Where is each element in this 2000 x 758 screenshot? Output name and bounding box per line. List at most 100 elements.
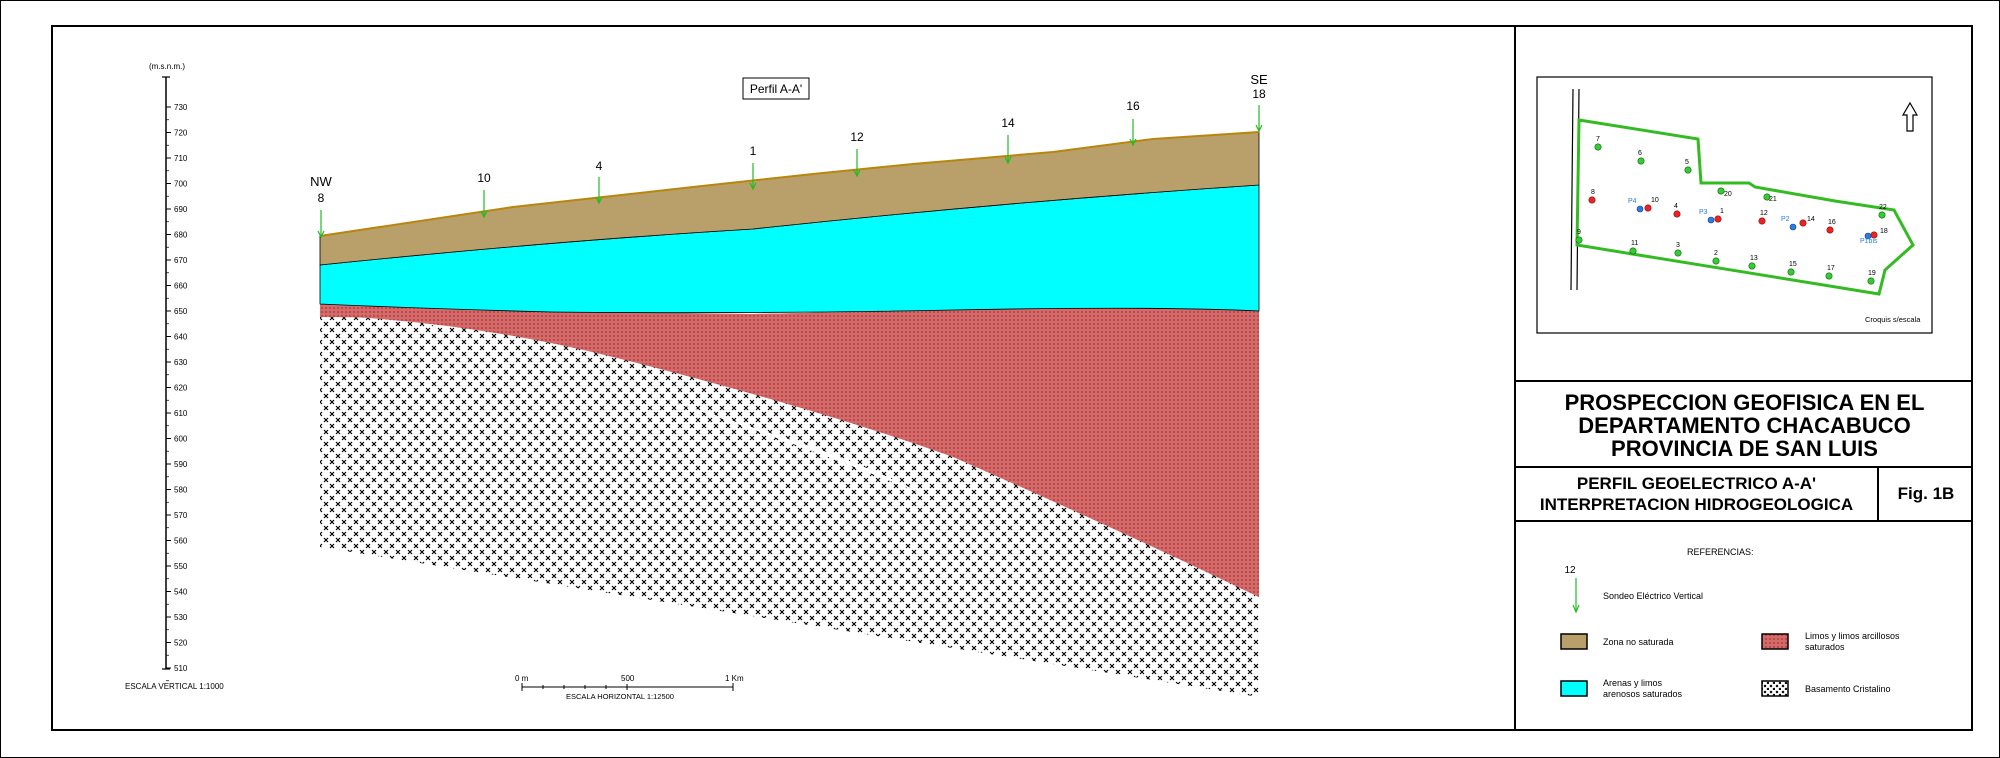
sev-label: 8: [318, 191, 325, 205]
y-tick-label: 560: [174, 537, 188, 546]
map-point-label: 20: [1724, 191, 1732, 198]
map-point-label: 21: [1769, 196, 1777, 203]
vertical-scale-label: ESCALA VERTICAL 1:1000: [125, 682, 224, 691]
map-point-green: [1867, 277, 1875, 285]
map-point-label: 9: [1577, 229, 1581, 236]
y-tick-label: 520: [174, 639, 188, 648]
map-point-label: 15: [1789, 261, 1797, 268]
subtitle-line2: INTERPRETACION HIDROGEOLOGICA: [1539, 495, 1854, 514]
map-point-label: 5: [1685, 159, 1689, 166]
map-point-label: 18: [1880, 228, 1888, 235]
map-point-label: P1bis: [1860, 238, 1878, 245]
legend-sands-swatch: [1560, 680, 1588, 697]
map-point-green: [1594, 143, 1602, 151]
sev-label: 1: [750, 144, 757, 158]
map-point-label: P2: [1781, 216, 1790, 223]
sev-label: 18: [1252, 87, 1266, 101]
legend-unsaturated-label: Zona no saturada: [1603, 637, 1674, 647]
map-point-label: 3: [1676, 242, 1680, 249]
map-frame: [1536, 76, 1933, 334]
se-label: SE: [1250, 72, 1268, 87]
hscale-tick-500: 500: [621, 674, 635, 683]
map-point-label: 4: [1674, 203, 1678, 210]
main-title-line2: DEPARTAMENTO CHACABUCO: [1578, 413, 1911, 438]
profile-title: Perfil A-A': [750, 82, 802, 96]
y-axis-unit: (m.s.n.m.): [149, 62, 185, 71]
map-point-label: P4: [1628, 198, 1637, 205]
map-point-label: 13: [1750, 255, 1758, 262]
map-point-red: [1758, 217, 1766, 225]
hscale-tick-1km: 1 Km: [725, 674, 744, 683]
location-map: 7 6 5 20 21 22 9 11 3 2 13 15 17 19 8 10 4 1 12 14 16 18 P4 P3 P…: [1536, 76, 1933, 334]
y-tick-label: 580: [174, 486, 188, 495]
legend-heading: REFERENCIAS:: [1687, 547, 1754, 557]
y-tick-label: 590: [174, 460, 188, 469]
map-point-label: 8: [1591, 189, 1595, 196]
legend-basement-swatch: [1761, 680, 1789, 697]
map-point-red: [1673, 210, 1681, 218]
map-point-label: 17: [1827, 265, 1835, 272]
y-tick-label: 510: [174, 664, 188, 673]
y-tick-label: 650: [174, 307, 188, 316]
map-point-green: [1712, 257, 1720, 265]
main-title-line1: PROSPECCION GEOFISICA EN EL: [1564, 390, 1925, 415]
legend-silts-swatch: [1761, 633, 1789, 650]
map-point-label: 6: [1638, 150, 1642, 157]
map-point-red: [1826, 226, 1834, 234]
y-tick-label: 570: [174, 511, 188, 520]
y-tick-label: 600: [174, 435, 188, 444]
map-point-red: [1588, 196, 1596, 204]
map-point-label: 10: [1651, 197, 1659, 204]
legend: REFERENCIAS: 12 Sondeo Eléctrico Vertica…: [1560, 547, 1900, 699]
legend-silts-label-1: Limos y limos arcillosos: [1805, 631, 1900, 641]
main-title: PROSPECCION GEOFISICA EN EL DEPARTAMENTO…: [1516, 382, 1973, 466]
sev-label: 4: [596, 159, 603, 173]
map-point-label: 11: [1631, 240, 1638, 247]
legend-unsaturated-swatch: [1560, 633, 1588, 650]
map-point-blue: [1636, 205, 1644, 213]
legend-basement-label: Basamento Cristalino: [1805, 684, 1891, 694]
panel-divider: [1514, 25, 1516, 731]
nw-label: NW: [310, 174, 332, 189]
y-tick-label: 730: [174, 103, 188, 112]
hscale-tick-0: 0 m: [515, 674, 529, 683]
y-tick-label: 610: [174, 409, 188, 418]
subtitle-line1: PERFIL GEOELECTRICO A-A': [1576, 474, 1817, 493]
map-point-green: [1878, 211, 1886, 219]
map-point-green: [1748, 262, 1756, 270]
map-point-green: [1825, 272, 1833, 280]
sev-label: 16: [1126, 99, 1140, 113]
y-tick-label: 660: [174, 282, 188, 291]
map-point-green: [1637, 157, 1645, 165]
map-point-green: [1684, 166, 1692, 174]
y-tick-label: 640: [174, 333, 188, 342]
subtitle: PERFIL GEOELECTRICO A-A' INTERPRETACION …: [1516, 468, 1877, 520]
map-point-red: [1799, 219, 1807, 227]
map-point-label: 14: [1807, 216, 1815, 223]
sev-label: 14: [1001, 116, 1015, 130]
legend-sands-label-1: Arenas y limos: [1603, 678, 1663, 688]
y-tick-label: 710: [174, 154, 188, 163]
map-point-green: [1787, 268, 1795, 276]
map-point-green: [1674, 249, 1682, 257]
horizontal-scale: 0 m 500 1 Km ESCALA HORIZONTAL 1:12500: [515, 674, 744, 701]
map-point-label: 12: [1760, 210, 1768, 217]
main-title-line3: PROVINCIA DE SAN LUIS: [1611, 436, 1878, 461]
map-point-label: 22: [1879, 204, 1887, 211]
y-tick-label: 540: [174, 588, 188, 597]
legend-sev-label: Sondeo Eléctrico Vertical: [1603, 591, 1703, 601]
map-point-label: 1: [1720, 208, 1724, 215]
legend-sev-number: 12: [1564, 565, 1576, 576]
map-point-red: [1714, 215, 1722, 223]
map-point-green: [1575, 236, 1583, 244]
y-tick-label: 620: [174, 384, 188, 393]
legend-silts-label-2: saturados: [1805, 642, 1845, 652]
map-point-label: 16: [1828, 219, 1836, 226]
geoelectric-profile: (m.s.n.m.) 730 720 710 700 690 680 670 660 650 64…: [125, 62, 1268, 701]
y-tick-label: 700: [174, 180, 188, 189]
y-tick-label: 720: [174, 129, 188, 138]
legend-sands-label-2: arenosos saturados: [1603, 689, 1683, 699]
figure-label: Fig. 1B: [1897, 484, 1955, 503]
sev-label: 12: [850, 130, 864, 144]
map-point-green: [1629, 247, 1637, 255]
